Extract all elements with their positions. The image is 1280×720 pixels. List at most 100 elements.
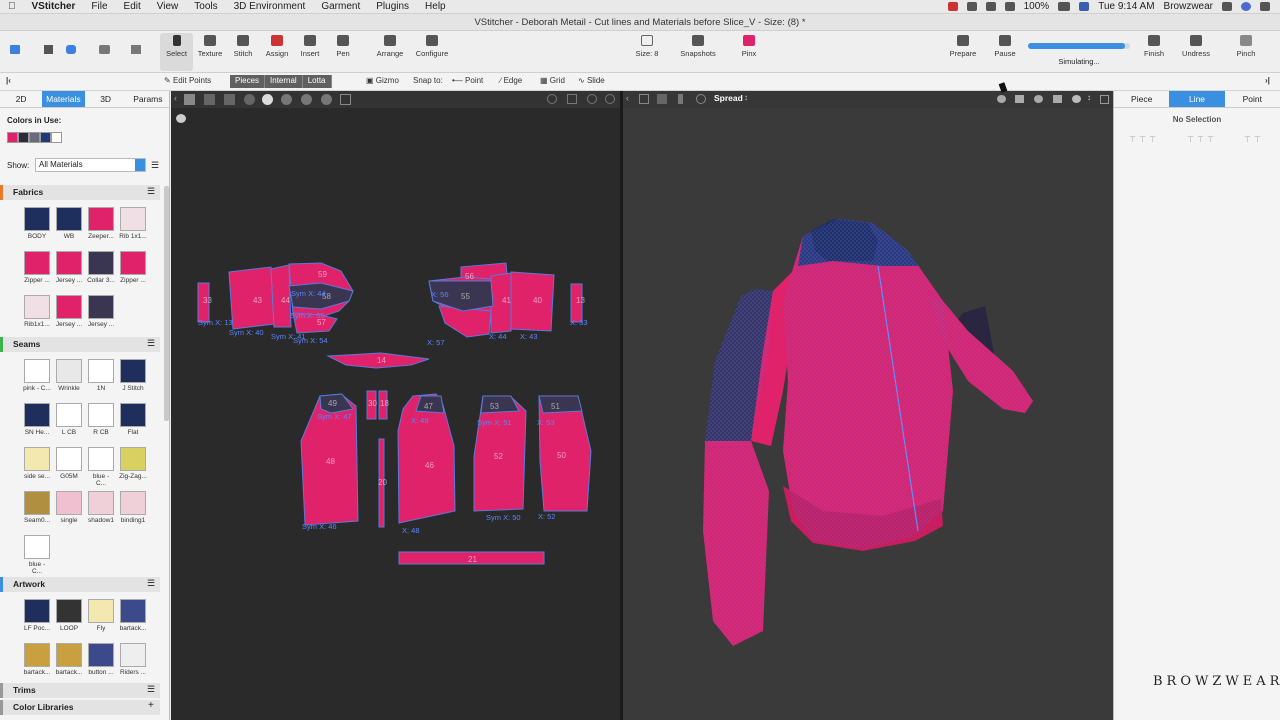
tab-piece[interactable]: Piece [1114, 91, 1169, 107]
menu-file[interactable]: File [83, 1, 115, 12]
seam-item[interactable]: SN He... [23, 403, 51, 437]
search-icon[interactable] [1222, 2, 1232, 11]
fabrics-section-header[interactable]: Fabrics [0, 185, 160, 200]
3d-view[interactable]: ‹ Spread ↕ ↕ [623, 82, 1113, 720]
configure-tool[interactable]: Configure [412, 35, 452, 58]
seam-item[interactable]: 1N [87, 359, 115, 393]
user-name[interactable]: Browzwear [1164, 1, 1213, 12]
snap-point[interactable]: •— Point [452, 76, 483, 85]
seam-item[interactable]: Seam0... [23, 491, 51, 525]
artwork-item[interactable]: Riders ... [119, 643, 147, 677]
fabric-item[interactable]: Zipper ... [119, 251, 147, 285]
colorway-selector[interactable]: Pinx [733, 35, 765, 58]
seam-item[interactable]: Flat [119, 403, 147, 437]
tab-line[interactable]: Line [1169, 91, 1225, 107]
trims-section-header[interactable]: Trims [0, 683, 160, 698]
stitch-tool[interactable]: Stitch [229, 35, 257, 58]
pattern-piece-51[interactable] [538, 395, 583, 414]
tab-materials[interactable]: Materials [42, 91, 85, 107]
seam-item[interactable]: L CB [55, 403, 83, 437]
lotta-filter[interactable]: Lotta [302, 75, 332, 88]
pinch-button[interactable]: Pinch [1232, 35, 1260, 58]
seam-item[interactable]: blue - C... [23, 535, 51, 575]
tab-3d[interactable]: 3D [85, 91, 127, 107]
finish-button[interactable]: Finish [1140, 35, 1168, 58]
internal-filter[interactable]: Internal [265, 75, 303, 88]
snapshots-button[interactable]: Snapshots [676, 35, 720, 58]
battery-icon[interactable] [1058, 2, 1071, 11]
fabric-item[interactable]: Rib 1x1... [119, 207, 147, 241]
seam-item[interactable]: side se... [23, 447, 51, 481]
collapse-left-icon[interactable]: |‹ [6, 76, 11, 85]
menu-garment[interactable]: Garment [313, 1, 368, 12]
color-swatch[interactable] [7, 132, 18, 143]
artwork-item[interactable]: bartack... [23, 643, 51, 677]
panel-scrollbar[interactable] [164, 186, 169, 421]
open-folder-icon[interactable] [10, 45, 20, 54]
select-tool[interactable]: Select [163, 35, 190, 58]
prepare-button[interactable]: Prepare [946, 35, 980, 58]
trims-menu-icon[interactable]: ☰ [147, 684, 155, 695]
tab-2d[interactable]: 2D [0, 91, 42, 107]
fabric-item[interactable]: Zeeper... [87, 207, 115, 241]
collapse-right-icon[interactable]: ›| [1265, 76, 1270, 85]
distribute-icons[interactable]: ⊤⊤ [1244, 135, 1264, 144]
seam-item[interactable]: Wrinkle [55, 359, 83, 393]
menu-plugins[interactable]: Plugins [368, 1, 417, 12]
dropbox-icon[interactable] [966, 2, 977, 11]
align-left-icons[interactable]: ⊤⊤⊤ [1129, 135, 1159, 144]
volume-icon[interactable] [1004, 2, 1015, 11]
artwork-menu-icon[interactable]: ☰ [147, 578, 155, 589]
pen-tool[interactable]: Pen [330, 35, 356, 58]
fabric-item[interactable]: Jersey ... [55, 251, 83, 285]
fabric-item[interactable]: Jersey ... [87, 295, 115, 329]
seam-item[interactable]: single [55, 491, 83, 525]
artwork-item[interactable]: LF Poc... [23, 599, 51, 633]
assign-tool[interactable]: Assign [262, 35, 292, 58]
snap-edge[interactable]: ∕ Edge [500, 76, 522, 85]
pattern-piece-43[interactable] [228, 266, 275, 330]
wifi-icon[interactable] [985, 2, 996, 11]
artwork-item[interactable]: Fly [87, 599, 115, 633]
seam-item[interactable]: J Stitch [119, 359, 147, 393]
undo-icon[interactable] [66, 45, 76, 54]
seams-section-header[interactable]: Seams [0, 337, 160, 352]
seam-item[interactable]: pink - C... [23, 359, 51, 393]
seam-item[interactable]: R CB [87, 403, 115, 437]
artwork-item[interactable]: bartack... [119, 599, 147, 633]
fabrics-menu-icon[interactable]: ☰ [147, 186, 155, 197]
siri-icon[interactable] [1241, 2, 1251, 11]
arrange-tool[interactable]: Arrange [373, 35, 407, 58]
artwork-item[interactable]: button ... [87, 643, 115, 677]
show-filter-select[interactable]: All Materials [35, 158, 146, 172]
edit-points-button[interactable]: ✎ Edit Points [164, 76, 211, 85]
reset-icon[interactable] [131, 45, 141, 54]
align-top-icons[interactable]: ⊤⊤⊤ [1187, 135, 1217, 144]
fabric-item[interactable]: Collar 3... [87, 251, 115, 285]
app-menu[interactable]: VStitcher [24, 1, 84, 12]
flag-icon[interactable] [1079, 2, 1090, 11]
pattern-2d-view[interactable]: ‹ 33 43 44 59 58 Sym X: 44 Sym X: 55 57 … [171, 91, 620, 720]
texture-tool[interactable]: Texture [196, 35, 224, 58]
battery-label[interactable]: 100% [1024, 1, 1050, 12]
seam-item[interactable]: blue - C... [87, 447, 115, 487]
add-library-icon[interactable]: + [148, 700, 154, 711]
menu-edit[interactable]: Edit [116, 1, 149, 12]
apple-icon[interactable]:  [0, 1, 24, 12]
pause-button[interactable]: Pause [990, 35, 1020, 58]
fabric-item[interactable]: Zipper ... [23, 251, 51, 285]
artwork-item[interactable]: bartack... [55, 643, 83, 677]
menu-tools[interactable]: Tools [186, 1, 225, 12]
camera-icon[interactable] [99, 45, 110, 54]
artwork-section-header[interactable]: Artwork [0, 577, 160, 592]
menu-help[interactable]: Help [417, 1, 454, 12]
list-menu-icon[interactable]: ☰ [151, 160, 159, 171]
save-icon[interactable] [44, 45, 53, 54]
fabric-item[interactable]: Rib1x1... [23, 295, 51, 329]
size-selector[interactable]: Size: 8 [628, 35, 666, 58]
color-swatch[interactable] [29, 132, 40, 143]
artwork-item[interactable]: LOOP [55, 599, 83, 633]
gizmo-toggle[interactable]: ▣ Gizmo [366, 76, 399, 85]
tab-point[interactable]: Point [1225, 91, 1280, 107]
seam-item[interactable]: G05M [55, 447, 83, 481]
